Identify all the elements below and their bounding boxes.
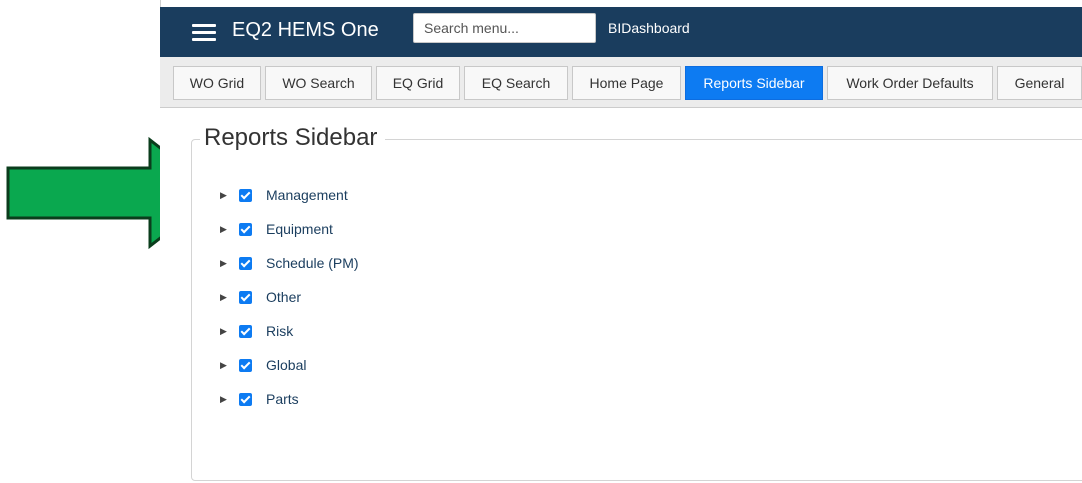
tree-item-global: ▶ Global [220,355,306,375]
expand-caret-icon[interactable]: ▶ [220,321,230,341]
hamburger-menu-icon[interactable] [192,22,216,42]
tree-item-label[interactable]: Schedule (PM) [266,255,359,271]
tree-item-label[interactable]: Equipment [266,221,333,237]
tab-eq-search[interactable]: EQ Search [464,66,568,100]
expand-caret-icon[interactable]: ▶ [220,355,230,375]
tree-item-schedule-pm: ▶ Schedule (PM) [220,253,359,273]
top-navbar: EQ2 HEMS One BIDashboard [160,7,1082,57]
tab-wo-grid[interactable]: WO Grid [173,66,261,100]
tab-reports-sidebar[interactable]: Reports Sidebar [685,66,823,100]
checkbox-equipment[interactable] [239,222,252,236]
tree-item-management: ▶ Management [220,185,348,205]
checkbox-global[interactable] [239,358,252,372]
app-title: EQ2 HEMS One [232,19,379,41]
tree-item-label[interactable]: Risk [266,323,293,339]
tree-item-parts: ▶ Parts [220,389,299,409]
tree-item-label[interactable]: Parts [266,391,299,407]
search-menu-input[interactable] [413,13,596,43]
tab-home-page[interactable]: Home Page [572,66,681,100]
tab-wo-search[interactable]: WO Search [265,66,372,100]
expand-caret-icon[interactable]: ▶ [220,185,230,205]
tree-item-risk: ▶ Risk [220,321,293,341]
app-window: EQ2 HEMS One BIDashboard WO Grid WO Sear… [160,7,1082,483]
section-title: Reports Sidebar [200,123,386,153]
tab-general[interactable]: General [997,66,1082,100]
expand-caret-icon[interactable]: ▶ [220,253,230,273]
settings-tabs: WO Grid WO Search EQ Grid EQ Search Home… [160,57,1082,108]
tree-item-equipment: ▶ Equipment [220,219,333,239]
tree-item-label[interactable]: Management [266,187,348,203]
bidashboard-link[interactable]: BIDashboard [608,20,690,36]
expand-caret-icon[interactable]: ▶ [220,389,230,409]
tab-eq-grid[interactable]: EQ Grid [376,66,460,100]
tree-item-label[interactable]: Other [266,289,301,305]
checkbox-management[interactable] [239,188,252,202]
expand-caret-icon[interactable]: ▶ [220,219,230,239]
checkbox-risk[interactable] [239,324,252,338]
checkbox-other[interactable] [239,290,252,304]
checkbox-schedule-pm[interactable] [239,256,252,270]
expand-caret-icon[interactable]: ▶ [220,287,230,307]
tab-work-order-defaults[interactable]: Work Order Defaults [827,66,993,100]
tree-item-label[interactable]: Global [266,357,306,373]
checkbox-parts[interactable] [239,392,252,406]
tree-item-other: ▶ Other [220,287,301,307]
